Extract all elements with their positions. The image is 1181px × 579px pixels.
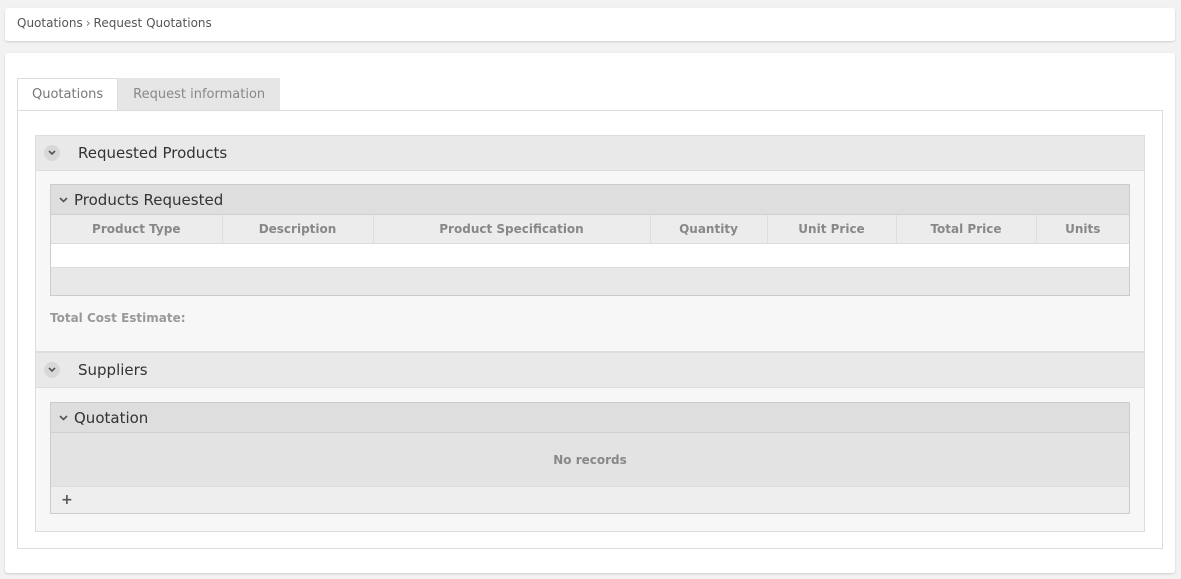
column-header-unit-price[interactable]: Unit Price: [767, 215, 897, 243]
column-header-description[interactable]: Description: [222, 215, 374, 243]
suppliers-section: Suppliers Quotation No records +: [35, 352, 1145, 532]
tab-quotations[interactable]: Quotations: [17, 78, 119, 111]
column-header-product-specification[interactable]: Product Specification: [373, 215, 651, 243]
quotation-header[interactable]: Quotation: [51, 403, 1129, 433]
chevron-down-icon[interactable]: [59, 411, 68, 424]
requested-products-section: Requested Products Products Requested Pr…: [35, 135, 1145, 352]
requested-products-header[interactable]: Requested Products: [36, 136, 1144, 171]
breadcrumb-separator: ›: [85, 16, 91, 30]
suppliers-title: Suppliers: [78, 361, 148, 379]
chevron-down-icon[interactable]: [44, 362, 60, 378]
chevron-down-icon[interactable]: [44, 145, 60, 161]
total-cost-estimate-label: Total Cost Estimate:: [50, 311, 186, 325]
add-icon[interactable]: +: [61, 492, 73, 508]
tab-content: Requested Products Products Requested Pr…: [17, 110, 1163, 549]
products-table-footer: [51, 268, 1129, 295]
quotation-grid: Quotation No records +: [50, 402, 1130, 514]
column-header-quantity[interactable]: Quantity: [650, 215, 768, 243]
breadcrumb-current: Request Quotations: [93, 16, 212, 30]
column-header-product-type[interactable]: Product Type: [51, 215, 223, 243]
column-header-units[interactable]: Units: [1036, 215, 1129, 243]
chevron-down-icon[interactable]: [59, 193, 68, 206]
products-requested-grid: Products Requested Product Type Descript…: [50, 184, 1130, 296]
main-panel: Quotations Request information Requested…: [5, 53, 1175, 573]
quotation-footer: +: [51, 486, 1129, 513]
products-table-body: [51, 243, 1129, 268]
quotation-title: Quotation: [74, 408, 149, 427]
no-records-message: No records: [51, 433, 1129, 486]
tab-request-information[interactable]: Request information: [118, 78, 281, 111]
suppliers-header[interactable]: Suppliers: [36, 353, 1144, 388]
column-header-total-price[interactable]: Total Price: [896, 215, 1037, 243]
requested-products-title: Requested Products: [78, 144, 228, 162]
products-requested-header[interactable]: Products Requested: [51, 185, 1129, 215]
products-table-header: Product Type Description Product Specifi…: [51, 215, 1129, 243]
breadcrumb-link-quotations[interactable]: Quotations: [17, 16, 83, 30]
products-requested-title: Products Requested: [74, 190, 224, 209]
tab-bar: Quotations Request information: [17, 78, 281, 111]
breadcrumb: Quotations › Request Quotations: [5, 8, 1175, 41]
